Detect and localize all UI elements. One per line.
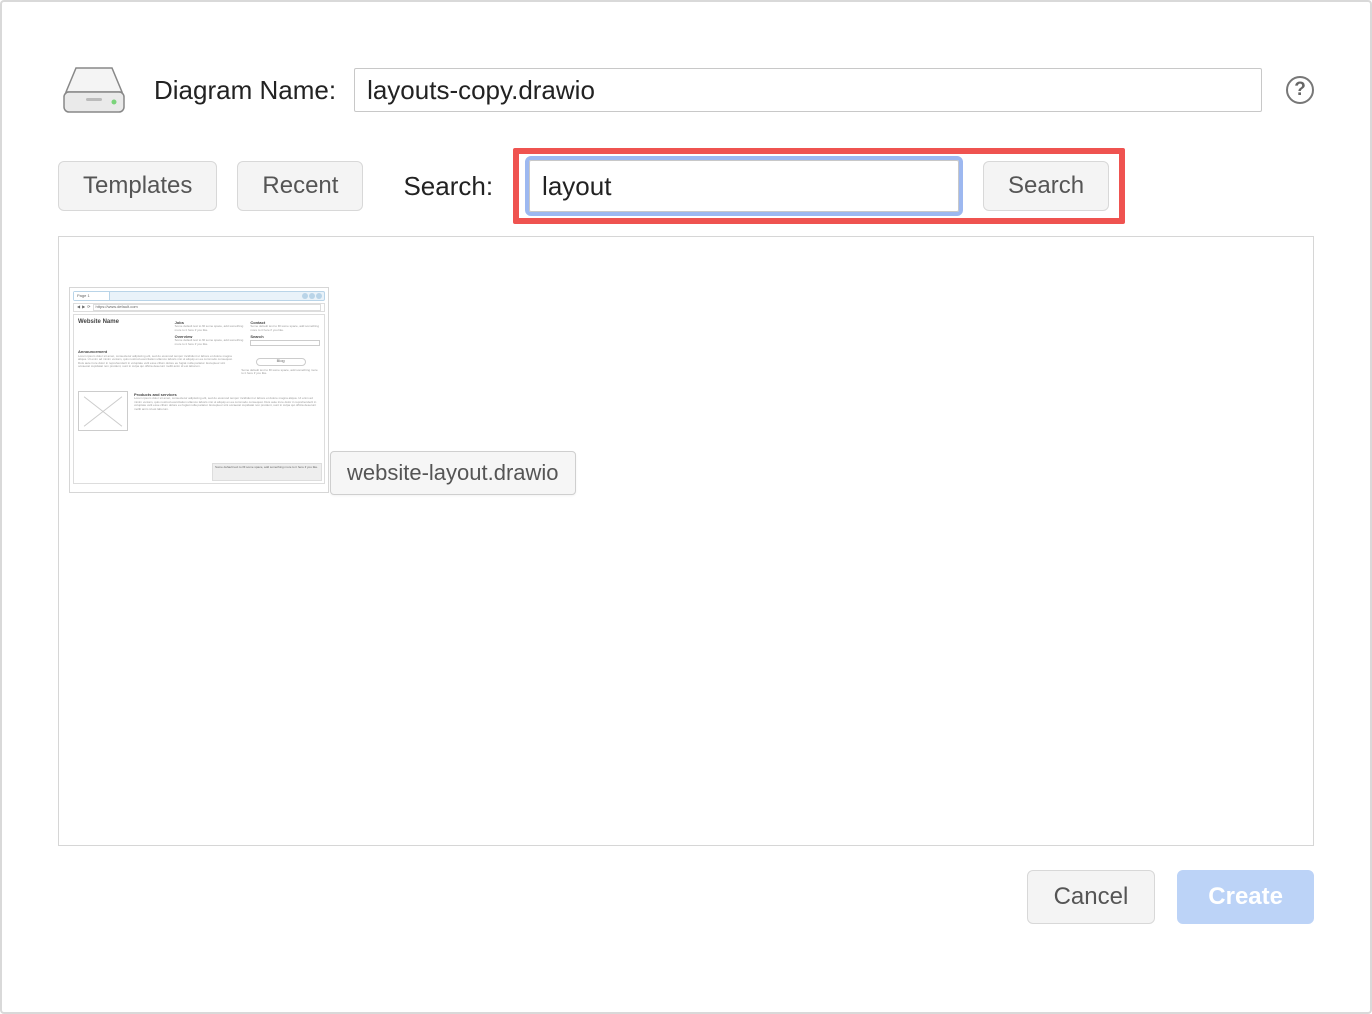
template-item[interactable]: Page 1 ◀▶⟳ https://www.default.com Websi… xyxy=(69,287,329,493)
search-input[interactable] xyxy=(529,160,959,212)
new-diagram-dialog: Diagram Name: ? Templates Recent Search:… xyxy=(0,0,1372,1014)
search-button[interactable]: Search xyxy=(983,161,1109,211)
help-icon[interactable]: ? xyxy=(1286,76,1314,104)
create-button[interactable]: Create xyxy=(1177,870,1314,924)
results-panel: Page 1 ◀▶⟳ https://www.default.com Websi… xyxy=(58,236,1314,846)
drive-icon xyxy=(58,62,130,118)
footer-row: Cancel Create xyxy=(58,870,1314,924)
recent-button[interactable]: Recent xyxy=(237,161,363,211)
header-row: Diagram Name: ? xyxy=(58,62,1314,118)
template-preview: Page 1 ◀▶⟳ https://www.default.com Websi… xyxy=(70,288,328,492)
search-label: Search: xyxy=(403,171,493,202)
diagram-name-label: Diagram Name: xyxy=(154,75,336,106)
preview-tab: Page 1 xyxy=(74,292,110,300)
template-tooltip: website-layout.drawio xyxy=(330,451,576,495)
templates-button[interactable]: Templates xyxy=(58,161,217,211)
cancel-button[interactable]: Cancel xyxy=(1027,870,1156,924)
preview-site-title: Website Name xyxy=(78,319,169,326)
preview-url: https://www.default.com xyxy=(93,304,321,310)
diagram-name-input[interactable] xyxy=(354,68,1262,112)
search-highlight: Search xyxy=(513,148,1125,224)
controls-row: Templates Recent Search: Search xyxy=(58,148,1314,224)
